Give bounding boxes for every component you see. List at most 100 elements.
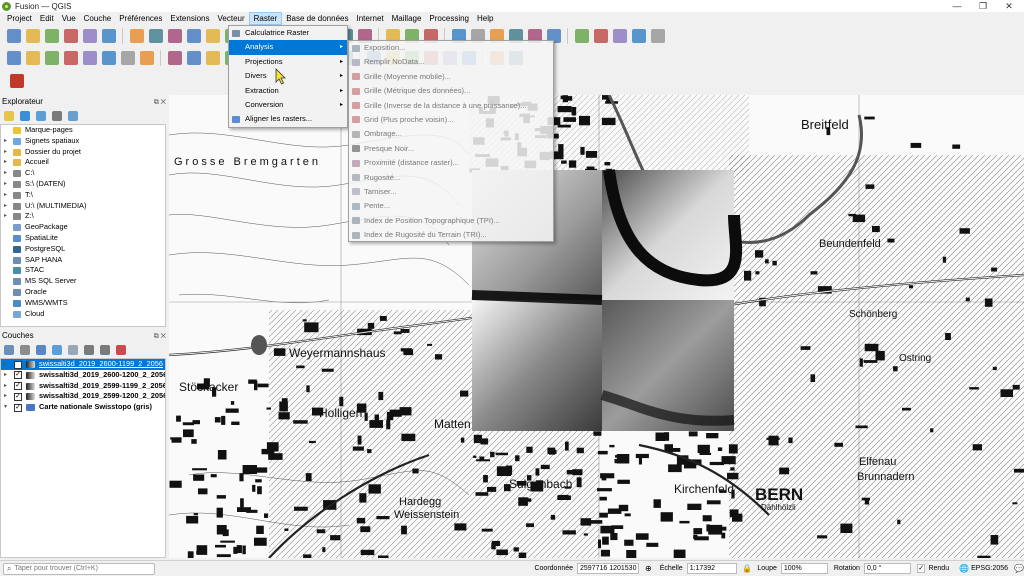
layer-visibility-checkbox[interactable]: ✓ [14,403,22,412]
expand-arrow-icon[interactable]: ▸ [4,168,7,179]
refresh-icon[interactable] [20,111,30,121]
browser-item[interactable]: WMS/WMTS [1,298,165,309]
scale-field[interactable]: 1:17392 [686,563,738,574]
edit-icon[interactable] [167,51,182,65]
layer-row[interactable]: ▸ ✓ swissalti3d_2019_2599-1199_2_2056 [1,381,165,392]
browser-item[interactable]: GeoPackage [1,222,165,233]
add-wms-icon[interactable] [139,51,154,65]
remove-layer-icon[interactable] [116,345,126,355]
tips-icon[interactable] [650,29,665,43]
new-virtual-layer-icon[interactable] [82,51,97,65]
filter-icon[interactable] [52,345,62,355]
expand-arrow-icon[interactable]: ▸ [4,381,7,392]
analysis-menu-item[interactable]: Exposition... [349,41,553,55]
browser-item[interactable]: STAC [1,265,165,276]
coordinate-field[interactable]: 2597716 1201530 [577,563,640,574]
pan-to-selection-icon[interactable] [148,29,163,43]
browser-item[interactable]: ▸ Signets spatiaux [1,136,165,147]
visibility-icon[interactable] [36,345,46,355]
maximize-icon[interactable]: ❐ [972,0,994,12]
browser-item[interactable]: ▸ U:\ (MULTIMEDIA) [1,201,165,212]
layer-visibility-checkbox[interactable]: ✓ [14,382,22,391]
menu-préférences[interactable]: Préférences [115,12,166,25]
map-svg[interactable]: BERN Weyermannshaus Hardegg Weissenstein… [169,95,1024,558]
expand-arrow-icon[interactable]: ▸ [4,201,7,212]
browser-item[interactable]: Marque-pages [1,125,165,136]
menu-base-de-données[interactable]: Base de données [282,12,352,25]
raster-menu-item[interactable]: Projections ▸ [229,55,347,69]
browser-item[interactable]: PostgreSQL [1,244,165,255]
add-vector-icon[interactable] [120,51,135,65]
ruler-icon[interactable] [631,29,646,43]
expand-arrow-icon[interactable]: ▾ [4,402,7,413]
locate-icon[interactable] [574,29,589,43]
expand-arrow-icon[interactable]: ▸ [4,211,7,222]
open-project-icon[interactable] [25,29,40,43]
layer-visibility-checkbox[interactable]: ✓ [14,392,22,401]
filter-icon[interactable] [36,111,46,121]
panel-controls-icon[interactable]: ⧉ ✕ [154,97,166,109]
browser-item[interactable]: Cloud [1,309,165,320]
menu-edit[interactable]: Edit [36,12,58,25]
settings-icon[interactable] [593,29,608,43]
properties-icon[interactable] [68,111,78,121]
browser-item[interactable]: SpatiaLite [1,233,165,244]
expand-arrow-icon[interactable]: ▸ [4,136,7,147]
save-project-icon[interactable] [44,29,59,43]
add-raster-icon[interactable] [101,51,116,65]
browser-item[interactable]: Oracle [1,287,165,298]
analysis-menu-item[interactable]: Rugosité... [349,171,553,185]
map-canvas[interactable]: BERN Weyermannshaus Hardegg Weissenstein… [169,95,1024,558]
menu-extensions[interactable]: Extensions [166,12,213,25]
new-shapefile-icon[interactable] [44,51,59,65]
raster-menu-item[interactable]: Aligner les rasters... [229,112,347,126]
new-geopackage-icon[interactable] [25,51,40,65]
render-checkbox[interactable]: ✓ [916,564,926,573]
menu-help[interactable]: Help [473,12,497,25]
raster-menu-item[interactable]: Analysis ▸ [229,40,347,55]
raster-menu-item[interactable]: Extraction ▸ [229,84,347,98]
new-print-layout-icon[interactable] [63,29,78,43]
menu-project[interactable]: Project [3,12,36,25]
expand-arrow-icon[interactable]: ▸ [4,147,7,158]
raster-menu-item[interactable]: Divers ▸ [229,69,347,83]
browser-item[interactable]: MS SQL Server [1,276,165,287]
zoom-full-icon[interactable] [205,29,220,43]
sum-icon[interactable] [612,29,627,43]
analysis-menu-item[interactable]: Proximité (distance raster)... [349,156,553,170]
layer-style-icon[interactable] [4,345,14,355]
save-edits-icon[interactable] [186,51,201,65]
expand-arrow-icon[interactable]: ▸ [4,157,7,168]
analysis-menu-item[interactable]: Ombrage... [349,127,553,141]
menu-internet[interactable]: Internet [352,12,387,25]
magnifier-field[interactable]: 100% [780,563,828,574]
extents-toggle-icon[interactable]: ⊕ [645,564,652,573]
expand-arrow-icon[interactable]: ▸ [4,190,7,201]
close-icon[interactable]: ✕ [998,0,1020,12]
layer-row[interactable]: ▸ ✓ swissalti3d_2019_2600-1200_2_2056 [1,370,165,381]
crs-label[interactable]: EPSG:2056 [971,565,1008,572]
analysis-menu-item[interactable]: Index de Rugosité du Terrain (TRI)... [349,228,553,242]
expand-arrow-icon[interactable]: ▸ [4,179,7,190]
collapse-all-icon[interactable] [100,345,110,355]
raster-menu-item[interactable]: Conversion ▸ [229,98,347,112]
new-project-icon[interactable] [6,29,21,43]
analysis-menu-item[interactable]: Remplir NoData... [349,55,553,69]
browser-item[interactable]: ▸ T:\ [1,190,165,201]
browser-item[interactable]: ▸ C:\ [1,168,165,179]
layer-visibility-checkbox[interactable]: ✓ [14,360,22,369]
zoom-out-icon[interactable] [186,29,201,43]
layer-row[interactable]: ▸ ✓ swissalti3d_2019_2600-1199_2_2056 [1,359,165,370]
data-source-icon[interactable] [6,51,21,65]
analysis-menu-item[interactable]: Tamiser... [349,185,553,199]
crs-globe-icon[interactable]: 🌐 [959,564,969,573]
locator-search-input[interactable] [14,565,155,572]
expand-arrow-icon[interactable]: ▸ [4,359,7,370]
browser-item[interactable]: ▸ Accueil [1,157,165,168]
browser-item[interactable]: ▸ Dossier du projet [1,147,165,158]
browser-item[interactable]: SAP HANA [1,255,165,266]
collapse-icon[interactable] [52,111,62,121]
panel-controls-icon[interactable]: ⧉ ✕ [154,331,166,343]
rotation-field[interactable]: 0,0 ° [863,563,911,574]
layer-visibility-checkbox[interactable]: ✓ [14,371,22,380]
